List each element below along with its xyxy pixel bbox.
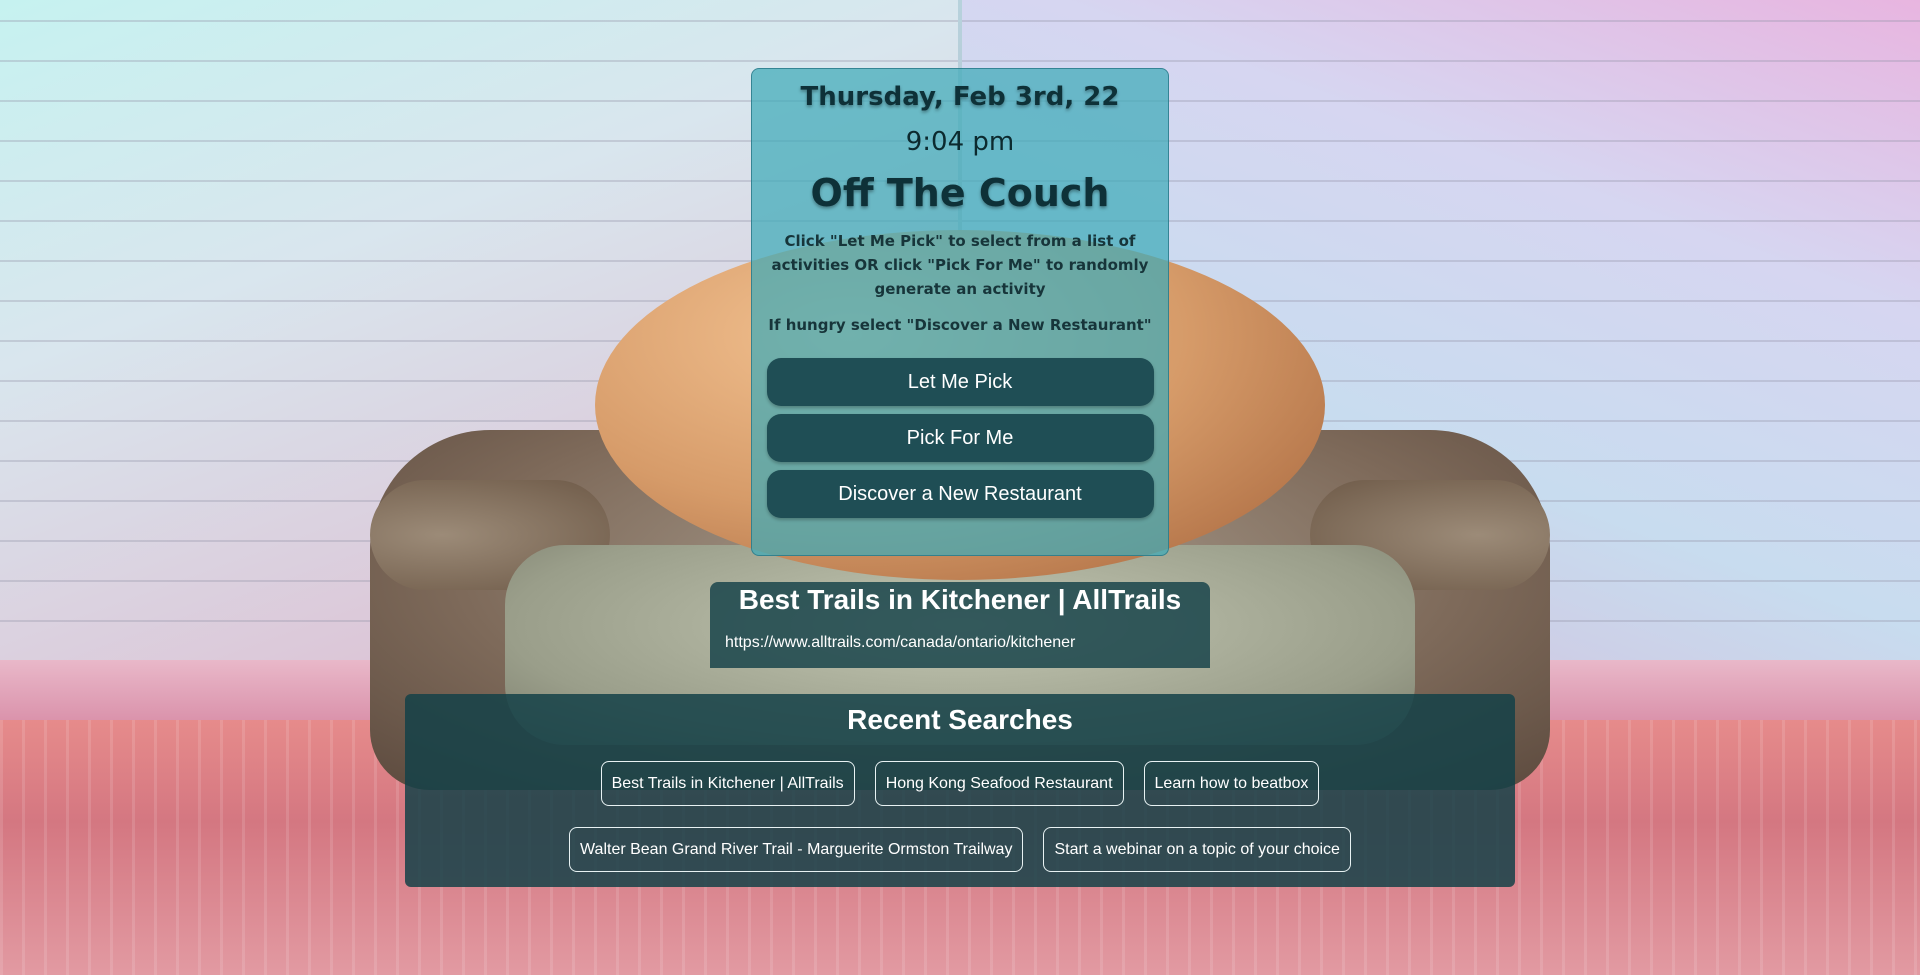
recent-search-chip[interactable]: Learn how to beatbox <box>1143 761 1320 806</box>
recent-search-chip[interactable]: Best Trails in Kitchener | AllTrails <box>600 761 855 806</box>
app-title: Off The Couch <box>810 171 1110 215</box>
let-me-pick-button[interactable]: Let Me Pick <box>766 358 1154 406</box>
recent-searches-panel: Recent Searches Best Trails in Kitchener… <box>405 694 1515 887</box>
recent-searches-row-2: Walter Bean Grand River Trail - Margueri… <box>405 827 1515 872</box>
recent-searches-title: Recent Searches <box>847 704 1073 735</box>
result-card: Best Trails in Kitchener | AllTrails htt… <box>710 582 1210 668</box>
hungry-hint: If hungry select "Discover a New Restaur… <box>768 316 1152 334</box>
discover-restaurant-button[interactable]: Discover a New Restaurant <box>766 470 1154 518</box>
pick-for-me-button[interactable]: Pick For Me <box>766 414 1154 462</box>
main-card: Thursday, Feb 3rd, 22 9:04 pm Off The Co… <box>751 68 1169 556</box>
result-url-link[interactable]: https://www.alltrails.com/canada/ontario… <box>725 634 1075 652</box>
recent-search-chip[interactable]: Start a webinar on a topic of your choic… <box>1043 827 1351 872</box>
recent-search-chip[interactable]: Hong Kong Seafood Restaurant <box>874 761 1124 806</box>
result-title: Best Trails in Kitchener | AllTrails <box>738 584 1182 615</box>
recent-searches-row-1: Best Trails in Kitchener | AllTrails Hon… <box>405 761 1515 806</box>
recent-search-chip[interactable]: Walter Bean Grand River Trail - Margueri… <box>569 827 1024 872</box>
current-time: 9:04 pm <box>905 127 1015 157</box>
instructions-text: Click "Let Me Pick" to select from a lis… <box>771 232 1149 298</box>
current-date: Thursday, Feb 3rd, 22 <box>800 82 1120 112</box>
